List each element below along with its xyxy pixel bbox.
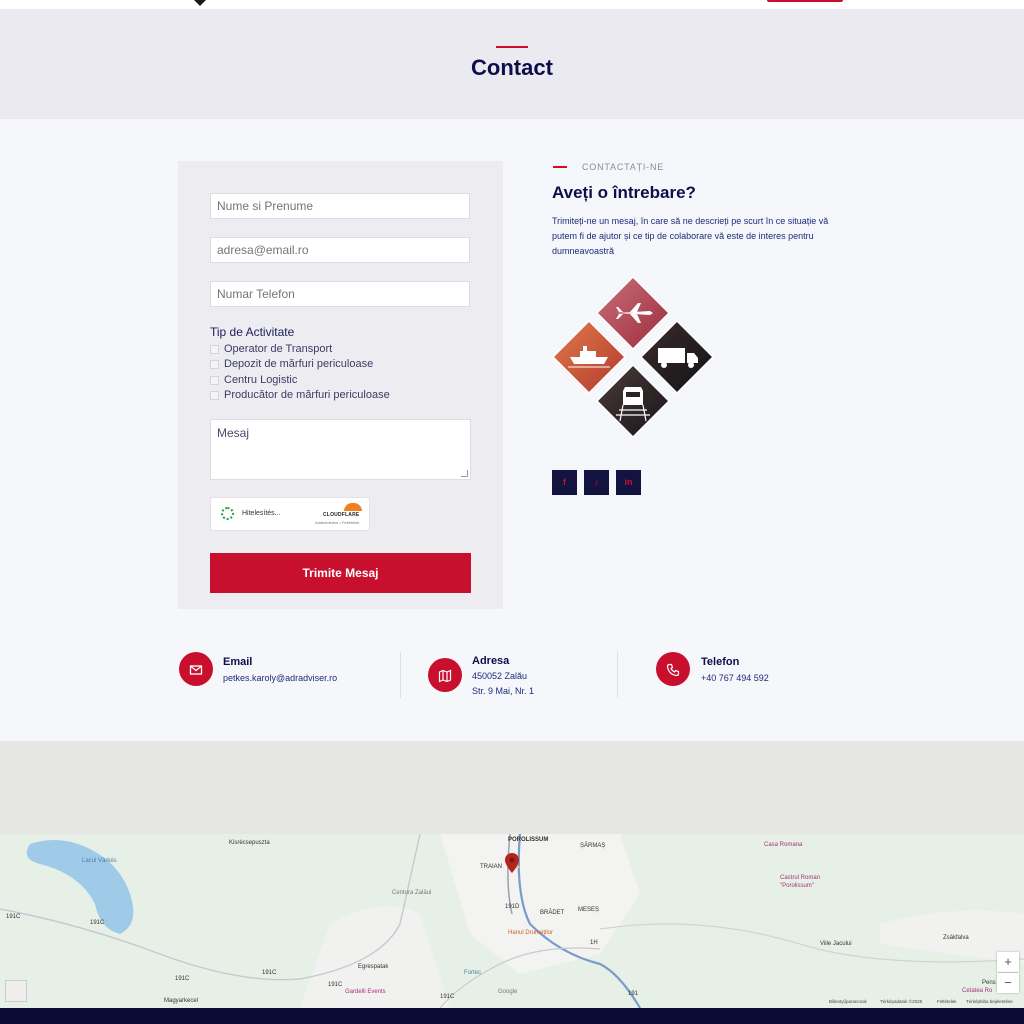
checkbox[interactable]	[210, 375, 219, 385]
loading-spinner-icon	[221, 507, 234, 520]
map-loading-area	[0, 741, 1024, 834]
map-label: Viile Jacului	[820, 941, 852, 947]
resize-handle-icon[interactable]	[461, 470, 468, 477]
phone-title: Telefon	[701, 656, 740, 668]
train-icon	[595, 363, 671, 439]
truck-icon	[639, 319, 715, 395]
address-title: Adresa	[472, 655, 510, 667]
header-cta-button[interactable]	[767, 0, 843, 2]
map-label: Pens	[982, 980, 996, 986]
divider	[400, 652, 401, 698]
address-line-1: 450052 Zalău	[472, 671, 528, 681]
map-poi[interactable]: Hanul Drumeților	[508, 930, 553, 936]
phone-input[interactable]	[210, 281, 470, 307]
airplane-icon	[595, 275, 671, 351]
activity-checkbox-producer[interactable]: Producător de mărfuri periculoase	[210, 388, 390, 402]
map-label: Magyarkecel	[164, 998, 199, 1004]
email-value[interactable]: petkes.karoly@adradviser.ro	[223, 673, 337, 683]
road-number: 191C	[90, 920, 105, 926]
road-number: 191C	[175, 976, 190, 982]
phone-icon	[656, 652, 690, 686]
submit-button[interactable]: Trimite Mesaj	[210, 553, 471, 593]
captcha-status: Hitelesítés...	[242, 510, 281, 517]
map-poi[interactable]: Castrul Roman "Porolissum"	[780, 874, 840, 890]
title-accent-bar	[496, 46, 528, 48]
map-label: Lacul Várkés	[82, 858, 117, 864]
checkbox[interactable]	[210, 359, 219, 369]
map-label: POROLISSUM	[508, 837, 549, 843]
name-input[interactable]	[210, 193, 470, 219]
page-hero: Contact	[0, 9, 1024, 119]
map-label: BRĂDET	[540, 910, 565, 916]
logo[interactable]	[194, 0, 206, 6]
message-textarea[interactable]: Mesaj	[210, 419, 471, 480]
road-number: 191C	[328, 982, 343, 988]
map-attribution: Térképadatok ©2025	[880, 999, 923, 1004]
facebook-icon[interactable]: f	[552, 470, 577, 495]
email-input[interactable]	[210, 237, 470, 263]
map-label: ȘĂRMAȘ	[580, 843, 606, 849]
section-description: Trimiteți-ne un mesaj, în care să ne des…	[552, 216, 829, 256]
transport-modes-graphic	[551, 275, 715, 439]
map-poi[interactable]: Fortec	[464, 970, 481, 976]
ship-icon	[551, 319, 627, 395]
linkedin-icon[interactable]: in	[616, 470, 641, 495]
cloudflare-logo-icon	[344, 503, 362, 511]
map-attribution[interactable]: Feltételek	[937, 999, 957, 1004]
captcha-widget[interactable]: Hitelesítés... CLOUDFLARE Adatvédelem • …	[210, 497, 370, 531]
activity-checkbox-transport[interactable]: Operator de Transport	[210, 342, 332, 356]
kicker-accent-bar	[553, 166, 567, 168]
google-logo: Google	[498, 989, 518, 995]
checkbox-label: Depozit de mărfuri periculoase	[224, 358, 374, 370]
map-pin-icon[interactable]	[505, 853, 519, 873]
map-attribution[interactable]: Billentyűparancsok	[829, 999, 867, 1004]
map-attribution[interactable]: Térképhiba bejelentése	[966, 999, 1013, 1004]
zoom-out-button[interactable]: −	[997, 973, 1019, 993]
checkbox[interactable]	[210, 390, 219, 400]
map-poi[interactable]: Gardelli Events	[345, 989, 386, 995]
activity-type-label: Tip de Activitate	[210, 325, 295, 339]
map-label: Egrespatak	[358, 964, 389, 970]
map-label: TRAIAN	[480, 864, 503, 870]
road-number: 191C	[262, 970, 277, 976]
site-header	[0, 0, 1024, 9]
map-icon	[428, 658, 462, 692]
checkbox[interactable]	[210, 344, 219, 354]
page-title: Contact	[471, 55, 553, 80]
checkbox-label: Producător de mărfuri periculoase	[224, 389, 390, 401]
map-poi[interactable]: Casa Romana	[764, 842, 802, 848]
section-heading: Aveți o întrebare?	[552, 183, 696, 202]
road-number: 191	[628, 991, 639, 997]
address-line-2: Str. 9 Mai, Nr. 1	[472, 686, 535, 696]
email-title: Email	[223, 656, 253, 668]
map-poi[interactable]: Cetatea Ro	[962, 988, 992, 994]
email-icon	[179, 652, 213, 686]
activity-checkbox-warehouse[interactable]: Depozit de mărfuri periculoase	[210, 357, 373, 371]
site-footer	[0, 1008, 1024, 1024]
captcha-brand: CLOUDFLARE	[323, 512, 360, 518]
checkbox-label: Operator de Transport	[224, 343, 333, 355]
map-label: Zsákfalva	[943, 935, 969, 941]
map-type-toggle[interactable]	[5, 980, 27, 1002]
checkbox-label: Centru Logistic	[224, 374, 298, 386]
road-number: 191C	[440, 994, 455, 1000]
map-label: MESEȘ	[578, 907, 600, 913]
phone-value[interactable]: +40 767 494 592	[701, 673, 769, 683]
road-number: 191C	[6, 914, 21, 920]
zoom-in-button[interactable]: +	[997, 952, 1019, 972]
activity-checkbox-logistics[interactable]: Centru Logistic	[210, 373, 297, 387]
google-map[interactable]: Kisrécsepuszta Lacul Várkés POROLISSUM Ș…	[0, 834, 1024, 1008]
section-kicker: CONTACTAȚI-NE	[582, 162, 665, 172]
road-number: 1H	[590, 940, 598, 946]
map-road-label: Centura Zalăul	[392, 890, 432, 896]
road-number: 191D	[505, 904, 520, 910]
captcha-links[interactable]: Adatvédelem • Feltételek	[315, 520, 359, 525]
divider	[617, 652, 618, 698]
map-label: Kisrécsepuszta	[229, 840, 270, 846]
tiktok-icon[interactable]: ♪	[584, 470, 609, 495]
message-placeholder: Mesaj	[217, 426, 250, 440]
